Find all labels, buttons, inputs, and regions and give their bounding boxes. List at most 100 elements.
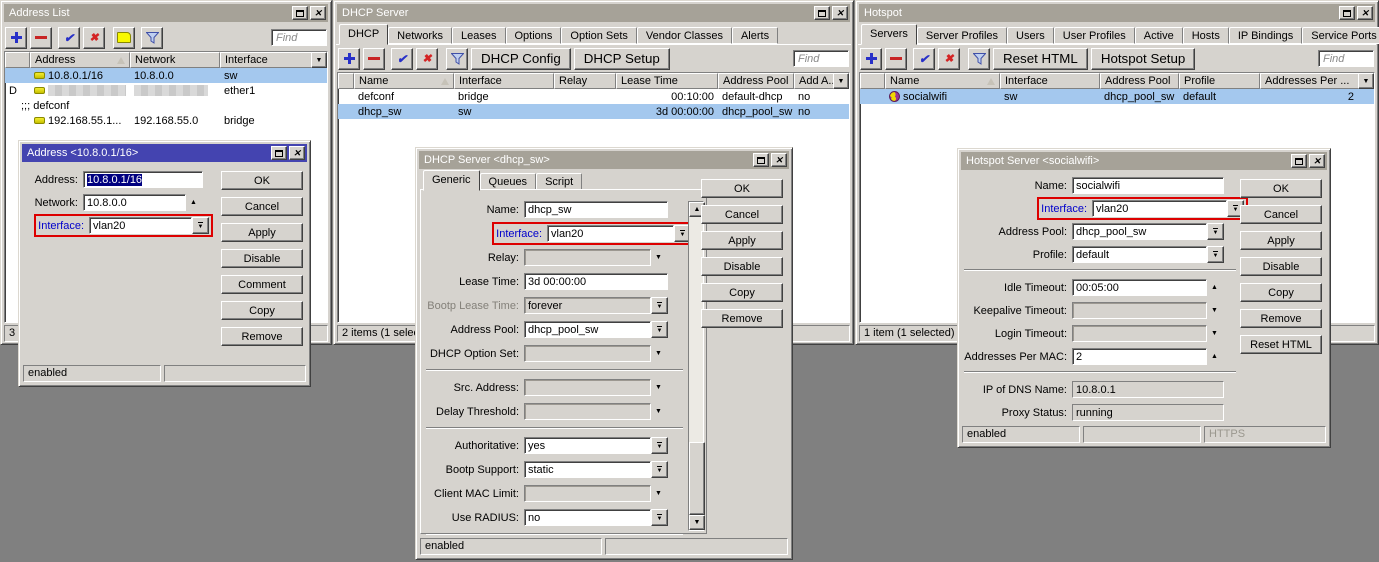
authoritative-input[interactable]: yes (524, 437, 651, 454)
tab-networks[interactable]: Networks (388, 27, 452, 44)
add-button[interactable] (338, 48, 360, 70)
scroll-thumb[interactable] (689, 442, 705, 515)
remove-button[interactable] (363, 48, 385, 70)
column-header-flags[interactable] (860, 73, 885, 89)
ok-button[interactable]: OK (701, 179, 783, 198)
tab-server-profiles[interactable]: Server Profiles (917, 27, 1007, 44)
table-row[interactable]: defconfbridge00:10:00default-dhcpno (338, 89, 849, 104)
find-input[interactable]: Find (793, 50, 849, 67)
window-titlebar[interactable]: Hotspot ✕ (859, 4, 1375, 22)
apply-button[interactable]: Apply (221, 223, 303, 242)
tab-users[interactable]: Users (1007, 27, 1054, 44)
address-pool-input[interactable]: dhcp_pool_sw (1072, 223, 1207, 240)
tab-options[interactable]: Options (506, 27, 562, 44)
column-header-addresses-per-mac[interactable]: Addresses Per ... (1260, 73, 1374, 89)
ok-button[interactable]: OK (221, 171, 303, 190)
name-input[interactable]: socialwifi (1072, 177, 1224, 194)
delay-threshold-dropdown-arrow[interactable]: ▼ (651, 408, 666, 415)
disable-button[interactable]: Disable (701, 257, 783, 276)
profile-dropdown-button[interactable]: ▼ (1207, 246, 1224, 263)
remove-button[interactable]: Remove (1240, 309, 1322, 328)
comment-button[interactable]: Comment (221, 275, 303, 294)
cancel-button[interactable]: Cancel (1240, 205, 1322, 224)
column-header-name[interactable]: Name (885, 73, 1000, 89)
cancel-button[interactable]: Cancel (701, 205, 783, 224)
column-header-interface[interactable]: Interface (1000, 73, 1100, 89)
table-row[interactable]: socialwifiswdhcp_pool_swdefault2 (860, 89, 1374, 104)
dhcp-option-set-dropdown-arrow[interactable]: ▼ (651, 350, 666, 357)
column-header-profile[interactable]: Profile (1179, 73, 1260, 89)
interface-input[interactable]: vlan20 (1092, 200, 1227, 217)
copy-button[interactable]: Copy (1240, 283, 1322, 302)
client-mac-limit-dropdown-arrow[interactable]: ▼ (651, 490, 666, 497)
comment-button[interactable] (113, 27, 135, 49)
column-header-flags[interactable] (5, 52, 30, 68)
bootp-support-input[interactable]: static (524, 461, 651, 478)
close-button[interactable]: ✕ (1357, 6, 1373, 20)
disable-button[interactable]: ✖ (416, 48, 438, 70)
table-row[interactable]: Dether1 (5, 83, 327, 98)
tab-hosts[interactable]: Hosts (1183, 27, 1229, 44)
dialog-titlebar[interactable]: DHCP Server <dhcp_sw> ✕ (419, 151, 789, 169)
interface-input[interactable]: vlan20 (547, 225, 674, 242)
tab-script[interactable]: Script (536, 173, 582, 190)
dialog-titlebar[interactable]: Hotspot Server <socialwifi> ✕ (961, 152, 1327, 170)
table-row[interactable]: dhcp_swsw3d 00:00:00dhcp_pool_swno (338, 104, 849, 119)
find-input[interactable]: Find (1318, 50, 1374, 67)
idle-timeout-input[interactable]: 00:05:00 (1072, 279, 1207, 296)
use-radius-dropdown-button[interactable]: ▼ (651, 509, 668, 526)
remove-button[interactable]: Remove (701, 309, 783, 328)
disable-button[interactable]: Disable (221, 249, 303, 268)
bootp-support-dropdown-button[interactable]: ▼ (651, 461, 668, 478)
column-header-lease-time[interactable]: Lease Time (616, 73, 718, 89)
window-titlebar[interactable]: DHCP Server ✕ (337, 4, 850, 22)
address-pool-dropdown-button[interactable]: ▼ (1207, 223, 1224, 240)
address-pool-input[interactable]: dhcp_pool_sw (524, 321, 651, 338)
interface-input[interactable]: vlan20 (89, 217, 192, 234)
maximize-button[interactable] (753, 153, 769, 167)
address-input[interactable]: 10.8.0.1/16 (83, 171, 203, 188)
dialog-titlebar[interactable]: Address <10.8.0.1/16> ✕ (22, 144, 307, 162)
login-timeout-dropdown-arrow[interactable]: ▼ (1207, 330, 1222, 337)
keepalive-timeout-dropdown-arrow[interactable]: ▼ (1207, 307, 1222, 314)
close-button[interactable]: ✕ (771, 153, 787, 167)
cancel-button[interactable]: Cancel (221, 197, 303, 216)
window-titlebar[interactable]: Address List ✕ (4, 4, 328, 22)
add-button[interactable] (860, 48, 882, 70)
relay-dropdown-arrow[interactable]: ▼ (651, 254, 666, 261)
remove-button[interactable] (30, 27, 52, 49)
column-header-address-pool[interactable]: Address Pool (1100, 73, 1179, 89)
tab-alerts[interactable]: Alerts (732, 27, 778, 44)
enable-button[interactable]: ✔ (913, 48, 935, 70)
table-row[interactable]: 192.168.55.1...192.168.55.0bridge (5, 113, 327, 128)
tab-option-sets[interactable]: Option Sets (561, 27, 636, 44)
find-input[interactable]: Find (271, 29, 327, 46)
maximize-button[interactable] (271, 146, 287, 160)
column-header-address-pool[interactable]: Address Pool (718, 73, 794, 89)
idle-timeout-up-arrow[interactable]: ▲ (1207, 284, 1222, 291)
apply-button[interactable]: Apply (701, 231, 783, 250)
remove-button[interactable] (885, 48, 907, 70)
tab-service-ports[interactable]: Service Ports (1302, 27, 1379, 44)
filter-button[interactable] (141, 27, 163, 49)
tab-user-profiles[interactable]: User Profiles (1054, 27, 1135, 44)
bootp-lease-time-input[interactable]: forever (524, 297, 651, 314)
add-button[interactable] (5, 27, 27, 49)
enable-button[interactable]: ✔ (391, 48, 413, 70)
network-input[interactable]: 10.8.0.0 (83, 194, 186, 211)
tab-dhcp[interactable]: DHCP (339, 24, 388, 45)
tab-leases[interactable]: Leases (452, 27, 505, 44)
tab-ip-bindings[interactable]: IP Bindings (1229, 27, 1302, 44)
reset-html-button[interactable]: Reset HTML (993, 48, 1088, 70)
maximize-button[interactable] (292, 6, 308, 20)
apply-button[interactable]: Apply (1240, 231, 1322, 250)
enable-button[interactable]: ✔ (58, 27, 80, 49)
copy-button[interactable]: Copy (701, 283, 783, 302)
use-radius-input[interactable]: no (524, 509, 651, 526)
addresses-per-mac-input[interactable]: 2 (1072, 348, 1207, 365)
remove-button[interactable]: Remove (221, 327, 303, 346)
authoritative-dropdown-button[interactable]: ▼ (651, 437, 668, 454)
table-row[interactable]: 10.8.0.1/1610.8.0.0sw (5, 68, 327, 83)
ok-button[interactable]: OK (1240, 179, 1322, 198)
filter-button[interactable] (446, 48, 468, 70)
